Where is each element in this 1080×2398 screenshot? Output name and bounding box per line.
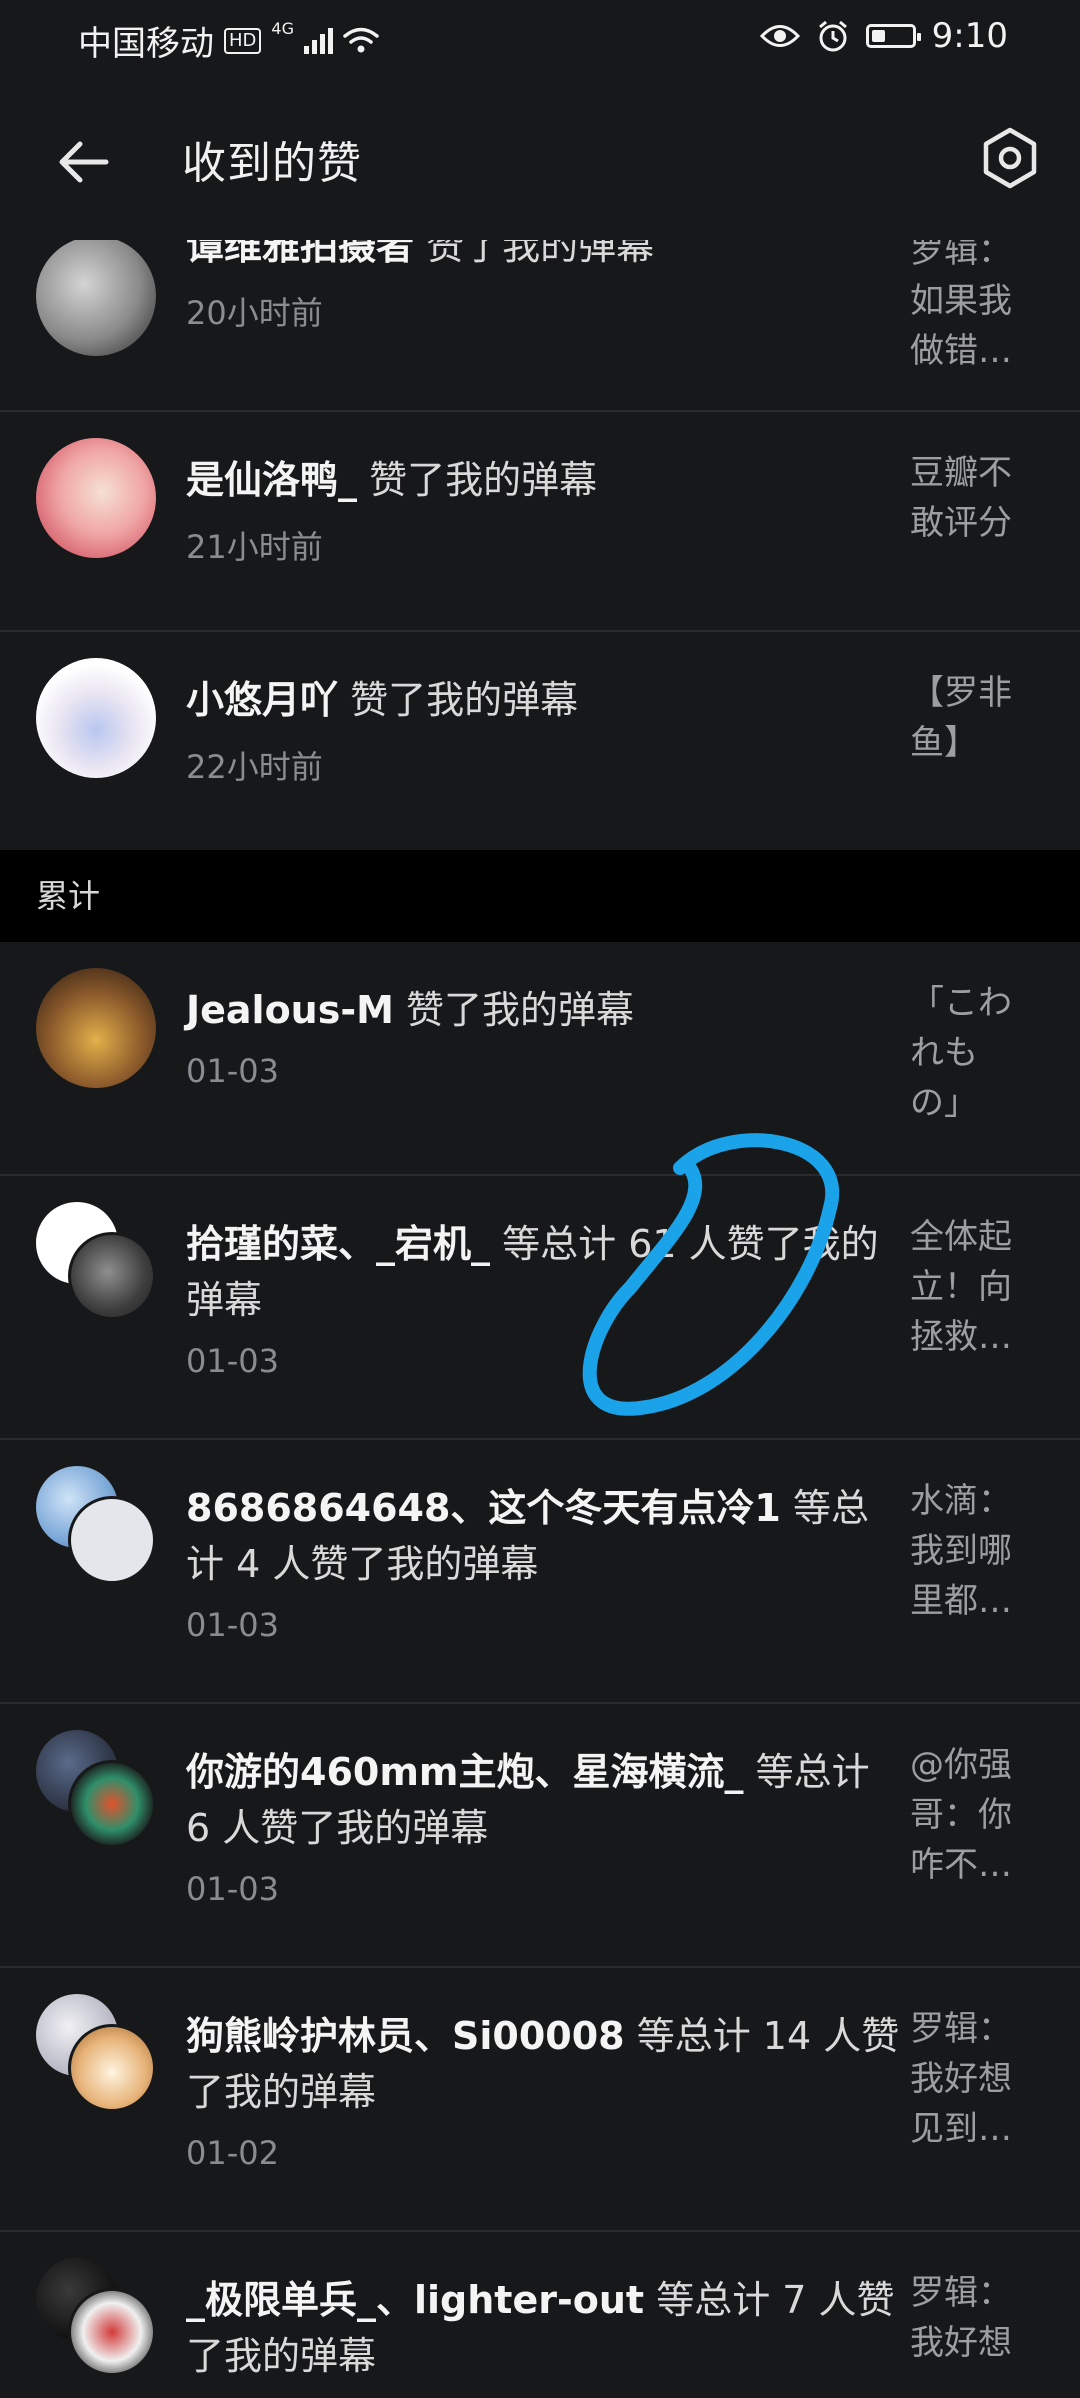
signal-icon [303, 27, 333, 54]
avatar-shiba [68, 2024, 156, 2112]
like-time: 01-03 [186, 1052, 279, 1090]
anime-avatar-image [36, 438, 156, 558]
wifi-icon [343, 27, 379, 52]
like-time: 01-03 [186, 1870, 279, 1908]
network-type-label: 4G [271, 19, 294, 38]
like-text: 小悠月吖 赞了我的弹幕 [186, 672, 900, 728]
danmaku-quote[interactable]: 罗辑：如果我做错… [910, 226, 1020, 376]
danmaku-quote[interactable]: 【罗非鱼】 [910, 668, 1020, 768]
settings-hexagon-icon [983, 127, 1037, 189]
avatar-dark [68, 1232, 156, 1320]
eye-icon [759, 25, 800, 47]
alarm-icon [818, 20, 847, 52]
page-title: 收到的赞 [182, 138, 362, 189]
like-time: 01-02 [186, 2134, 279, 2172]
status-bar: 中国移动 HD 4G 9:10 [0, 0, 1080, 72]
like-time: 20小时前 [186, 294, 323, 332]
danmaku-quote[interactable]: 「こわれもの」 [910, 978, 1020, 1128]
avatar[interactable] [36, 236, 158, 358]
danmaku-quote[interactable]: 罗辑：我好想见到… [910, 2004, 1020, 2154]
like-time: 01-03 [186, 1342, 279, 1380]
back-arrow-icon [59, 141, 109, 183]
avatar-logo [68, 1760, 156, 1848]
like-text: 你游的460mm主炮、星海横流_ 等总计 6 人赞了我的弹幕 [186, 1744, 900, 1856]
like-text: 狗熊岭护林员、Si00008 等总计 14 人赞了我的弹幕 [186, 2008, 900, 2120]
like-text: _极限单兵_、lighter-out 等总计 7 人赞了我的弹幕 [186, 2272, 900, 2384]
like-text: 是仙洛鸭_ 赞了我的弹幕 [186, 452, 900, 508]
moon-avatar-image [36, 236, 156, 356]
like-action-text: 赞了我的弹幕 [406, 988, 635, 1032]
beer-avatar-image [36, 968, 156, 1088]
avatar-red [68, 2288, 156, 2376]
danmaku-quote[interactable]: 水滴：我到哪里都… [910, 1476, 1020, 1626]
username-link[interactable]: 谭维雅拍摄者 [186, 224, 414, 268]
username-link[interactable]: 拾瑾的菜、_宕机_ [186, 1222, 490, 1266]
section-header-cumulative: 累计 [0, 850, 1080, 942]
avatar-group[interactable] [36, 1730, 158, 1852]
carrier-label: 中国移动 [78, 24, 214, 64]
like-time: 01-03 [186, 1606, 279, 1644]
avatar[interactable] [36, 658, 158, 780]
settings-button[interactable] [974, 122, 1046, 194]
list-item[interactable]: 8686864648、这个冬天有点冷1 等总计 4 人赞了我的弹幕 01-03 … [0, 1440, 1080, 1704]
like-text: 8686864648、这个冬天有点冷1 等总计 4 人赞了我的弹幕 [186, 1480, 900, 1592]
avatar-group[interactable] [36, 1994, 158, 2116]
back-button[interactable] [48, 126, 120, 198]
battery-level [871, 30, 885, 42]
battery-icon [865, 24, 921, 48]
username-link[interactable]: 8686864648、这个冬天有点冷1 [186, 1486, 781, 1530]
avatar[interactable] [36, 438, 158, 560]
illustration-avatar-image [36, 658, 156, 778]
username-link[interactable]: 你游的460mm主炮、星海横流_ [186, 1750, 744, 1794]
like-action-text: 赞了我的弹幕 [350, 678, 579, 722]
list-item[interactable]: 拾瑾的菜、_宕机_ 等总计 61 人赞了我的弹幕 01-03 全体起立！向拯救… [0, 1176, 1080, 1440]
list-item[interactable]: _极限单兵_、lighter-out 等总计 7 人赞了我的弹幕 罗辑：我好想 [0, 2232, 1080, 2392]
danmaku-quote[interactable]: 全体起立！向拯救… [910, 1212, 1020, 1362]
avatar-group[interactable] [36, 1202, 158, 1324]
like-action-text: 赞了我的弹幕 [426, 224, 655, 268]
avatar-group[interactable] [36, 2258, 158, 2380]
like-action-text: 赞了我的弹幕 [369, 458, 598, 502]
status-left: 中国移动 HD 4G [78, 16, 379, 65]
list-item[interactable]: 狗熊岭护林员、Si00008 等总计 14 人赞了我的弹幕 01-02 罗辑：我… [0, 1968, 1080, 2232]
avatar[interactable] [36, 968, 158, 1090]
like-text: Jealous-M 赞了我的弹幕 [186, 982, 900, 1038]
danmaku-quote[interactable]: 豆瓣不敢评分 [910, 448, 1020, 548]
username-link[interactable]: 是仙洛鸭_ [186, 458, 357, 502]
like-text: 谭维雅拍摄者 赞了我的弹幕 [186, 218, 900, 274]
clock-label: 9:10 [931, 16, 1008, 56]
like-time: 22小时前 [186, 748, 323, 786]
username-link[interactable]: 小悠月吖 [186, 678, 338, 722]
cumulative-likes-list: Jealous-M 赞了我的弹幕 01-03 「こわれもの」 拾瑾的菜、_宕机_… [0, 942, 1080, 2392]
list-item[interactable]: 小悠月吖 赞了我的弹幕 22小时前 【罗非鱼】 [0, 632, 1080, 858]
like-time: 21小时前 [186, 528, 323, 566]
list-item[interactable]: 谭维雅拍摄者 赞了我的弹幕 20小时前 罗辑：如果我做错… [0, 190, 1080, 412]
danmaku-quote[interactable]: @你强哥：你咋不… [910, 1740, 1020, 1890]
danmaku-quote[interactable]: 罗辑：我好想 [910, 2268, 1020, 2368]
username-link[interactable]: _极限单兵_、lighter-out [186, 2278, 644, 2322]
list-item[interactable]: 你游的460mm主炮、星海横流_ 等总计 6 人赞了我的弹幕 01-03 @你强… [0, 1704, 1080, 1968]
status-right: 9:10 [759, 16, 1008, 56]
avatar-group[interactable] [36, 1466, 158, 1588]
like-text: 拾瑾的菜、_宕机_ 等总计 61 人赞了我的弹幕 [186, 1216, 900, 1328]
list-item[interactable]: Jealous-M 赞了我的弹幕 01-03 「こわれもの」 [0, 942, 1080, 1176]
bilibili-default-avatar [68, 1496, 156, 1584]
username-link[interactable]: 狗熊岭护林员、Si00008 [186, 2014, 625, 2058]
username-link[interactable]: Jealous-M [186, 988, 394, 1032]
recent-likes-list: 谭维雅拍摄者 赞了我的弹幕 20小时前 罗辑：如果我做错… 是仙洛鸭_ 赞了我的… [0, 190, 1080, 858]
list-item[interactable]: 是仙洛鸭_ 赞了我的弹幕 21小时前 豆瓣不敢评分 [0, 412, 1080, 632]
hd-icon: HD [224, 27, 262, 54]
